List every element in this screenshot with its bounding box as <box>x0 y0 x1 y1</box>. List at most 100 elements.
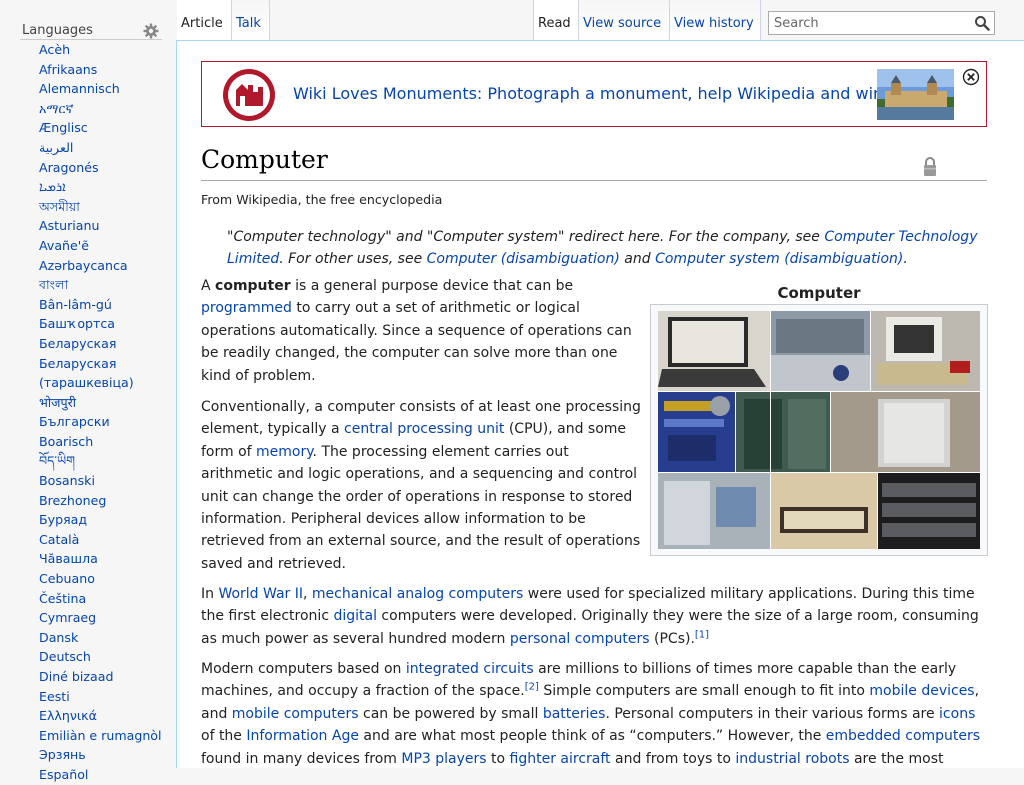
banner-message[interactable]: Wiki Loves Monuments: Photograph a monum… <box>293 84 890 103</box>
language-link[interactable]: Dansk <box>39 630 78 645</box>
language-link[interactable]: Deutsch <box>39 649 91 664</box>
language-link[interactable]: Беларуская <box>39 336 116 351</box>
language-item: Буряад <box>39 510 162 530</box>
reference-link[interactable]: [2] <box>525 682 539 693</box>
language-link[interactable]: العربية <box>39 140 73 155</box>
text: and from toys to <box>610 750 736 767</box>
language-item: Ελληνικά <box>39 706 162 726</box>
language-item: Bosanski <box>39 471 162 491</box>
language-link[interactable]: Bân-lâm-gú <box>39 297 112 312</box>
language-link[interactable]: Acèh <box>39 42 70 57</box>
language-link[interactable]: Aragonés <box>39 160 99 175</box>
language-link[interactable]: Emiliàn e rumagnòl <box>39 728 162 743</box>
language-link[interactable]: भोजपुरी <box>39 395 76 410</box>
hatnote-link-computer-system-disambiguation[interactable]: Computer system (disambiguation) <box>655 251 903 267</box>
language-item: Asturianu <box>39 216 162 236</box>
wiki-loves-monuments-logo[interactable] <box>222 68 276 122</box>
language-link[interactable]: বাংলা <box>39 277 68 292</box>
hatnote-text: . For other uses, see <box>279 251 427 267</box>
language-link[interactable]: Alemannisch <box>39 81 120 96</box>
tab-article-label: Article <box>181 16 223 31</box>
language-link[interactable]: Ænglisc <box>39 120 88 135</box>
language-link[interactable]: Cymraeg <box>39 610 96 625</box>
computer-collage-image[interactable] <box>658 311 980 549</box>
language-link[interactable]: Ελληνικά <box>39 708 97 723</box>
tab-view-source[interactable]: View source <box>578 0 669 40</box>
paragraph-3: In World War II, mechanical analog compu… <box>201 583 991 650</box>
link-digital[interactable]: digital <box>333 608 377 624</box>
reference-link[interactable]: [1] <box>695 629 709 640</box>
language-link[interactable]: Boarisch <box>39 434 93 449</box>
link-icons[interactable]: icons <box>939 706 975 722</box>
language-item: Afrikaans <box>39 60 162 80</box>
language-link[interactable]: অসমীয়া <box>39 199 80 214</box>
link-programmed[interactable]: programmed <box>201 300 292 316</box>
language-item: Avañe'ẽ <box>39 236 162 256</box>
page-title: Computer <box>201 145 987 181</box>
language-link[interactable]: Avañe'ẽ <box>39 238 89 253</box>
banner-monument-photo[interactable] <box>877 69 954 120</box>
language-link[interactable]: አማርኛ <box>39 101 73 116</box>
language-link[interactable]: Diné bizaad <box>39 669 113 684</box>
language-link[interactable]: Čeština <box>39 591 86 606</box>
language-link[interactable]: Afrikaans <box>39 62 97 77</box>
gear-icon[interactable] <box>143 23 159 39</box>
language-link[interactable]: Català <box>39 532 79 547</box>
link-integrated-circuits[interactable]: integrated circuits <box>406 661 534 677</box>
link-batteries[interactable]: batteries <box>543 706 606 722</box>
language-link[interactable]: Чӑвашла <box>39 551 98 566</box>
language-link[interactable]: Azərbaycanca <box>39 258 128 273</box>
lock-icon[interactable] <box>923 155 937 177</box>
link-world-war-ii[interactable]: World War II <box>218 586 303 602</box>
language-link[interactable]: Cebuano <box>39 571 95 586</box>
language-link[interactable]: Башҡортса <box>39 316 115 331</box>
tab-talk-label: Talk <box>236 16 261 31</box>
language-item: भोजपुरी <box>39 393 162 413</box>
language-link[interactable]: བོད་ཡིག <box>39 453 75 468</box>
language-link[interactable]: Bosanski <box>39 473 95 488</box>
close-icon[interactable] <box>962 68 980 86</box>
language-item: Български <box>39 412 162 432</box>
language-link[interactable]: ܐܪܡܝܐ <box>39 179 66 194</box>
language-link[interactable]: Español <box>39 767 88 782</box>
text: of the <box>201 728 247 745</box>
hatnote-text: . <box>903 251 908 267</box>
language-link[interactable]: Эрзянь <box>39 747 86 762</box>
link-central-processing-unit[interactable]: central processing unit <box>344 421 504 437</box>
language-link[interactable]: Беларуская (тарашкевіца) <box>39 356 134 391</box>
sidebar: Languages Acèh Afrikaans Alemannisch አማርኛ Æn… <box>0 0 176 782</box>
language-item: Acèh <box>39 40 162 60</box>
language-item: العربية <box>39 138 162 158</box>
tab-article[interactable]: Article <box>177 0 232 40</box>
paragraph-1: A computer is a general purpose device t… <box>201 275 641 387</box>
text: is a general purpose device that can be <box>290 278 574 294</box>
link-embedded-computers[interactable]: embedded computers <box>826 728 980 744</box>
link-personal-computers[interactable]: personal computers <box>510 631 650 647</box>
tab-talk[interactable]: Talk <box>232 0 270 40</box>
language-item: Bân-lâm-gú <box>39 295 162 315</box>
language-link[interactable]: Български <box>39 414 110 429</box>
language-link[interactable]: Eesti <box>39 689 70 704</box>
tab-read[interactable]: Read <box>533 0 578 40</box>
text: are the most <box>849 750 944 767</box>
link-fighter-aircraft[interactable]: fighter aircraft <box>510 751 611 767</box>
link-mechanical-analog-computers[interactable]: mechanical analog computers <box>312 586 523 602</box>
infobox-caption: Computer <box>777 284 861 302</box>
search-icon[interactable] <box>974 15 990 31</box>
hatnote-link-computer-disambiguation[interactable]: Computer (disambiguation) <box>427 251 620 267</box>
search-input[interactable] <box>769 12 965 35</box>
tab-view-history[interactable]: View history <box>669 0 761 40</box>
link-mobile-computers[interactable]: mobile computers <box>232 706 359 722</box>
text: Simple computers are small enough to fit… <box>538 683 870 700</box>
language-link[interactable]: Asturianu <box>39 218 99 233</box>
link-memory[interactable]: memory <box>256 444 313 460</box>
link-information-age[interactable]: Information Age <box>246 728 359 744</box>
text: Modern computers based on <box>201 661 406 677</box>
link-industrial-robots[interactable]: industrial robots <box>735 751 849 767</box>
language-item: Alemannisch <box>39 79 162 99</box>
language-link[interactable]: Буряад <box>39 512 87 527</box>
link-mp3-players[interactable]: MP3 players <box>401 751 486 767</box>
link-mobile-devices[interactable]: mobile devices <box>869 683 974 699</box>
language-link[interactable]: Brezhoneg <box>39 493 106 508</box>
content-area: Wiki Loves Monuments: Photograph a monum… <box>176 40 1024 768</box>
